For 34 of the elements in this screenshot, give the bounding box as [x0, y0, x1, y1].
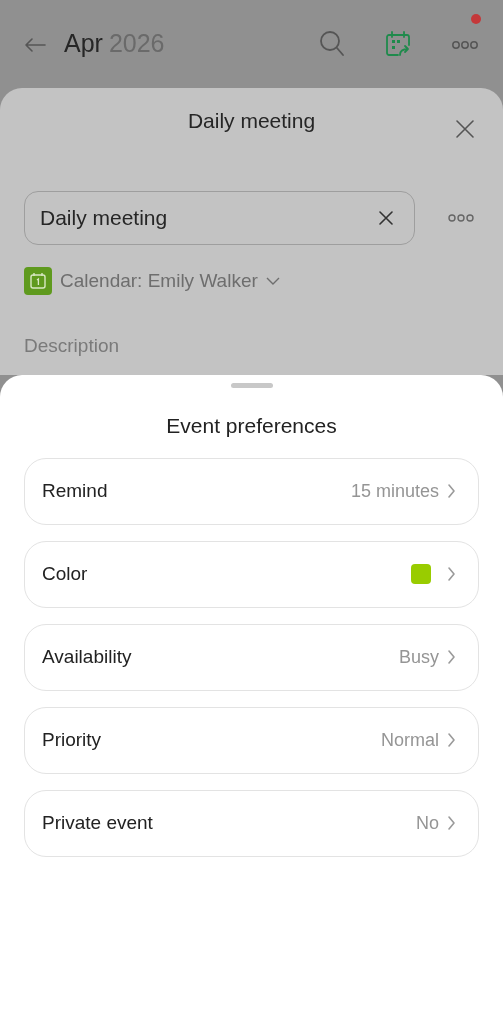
row-label: Priority [42, 727, 102, 752]
calendar-arrow-icon[interactable] [385, 31, 411, 57]
back-icon [24, 36, 46, 53]
preference-row[interactable]: Private event No [24, 789, 479, 857]
chevron-icon [447, 566, 456, 582]
row-label: Color [42, 561, 88, 586]
chevron-icon [447, 815, 456, 831]
more-icon[interactable] [451, 39, 479, 50]
chevron-icon [447, 483, 456, 499]
caret-icon [265, 277, 280, 286]
row-value: Normal [381, 728, 439, 752]
row-value: Busy [398, 645, 439, 669]
description-label: Description [24, 333, 121, 358]
row-label: Availability [42, 644, 132, 669]
row-label: Remind [42, 478, 108, 503]
chevron-icon [447, 649, 456, 665]
sheet-title: Daily meeting [187, 108, 316, 135]
row-value: 15 minutes [350, 479, 439, 503]
clear-icon[interactable] [379, 211, 393, 225]
calendar-icon [24, 267, 52, 296]
more-icon[interactable] [447, 213, 475, 223]
month-label: Apr [64, 28, 103, 60]
row-label: Private event [42, 810, 153, 835]
preference-row[interactable]: Color [24, 540, 479, 608]
preference-row[interactable]: Availability Busy [24, 623, 479, 691]
preference-row[interactable]: Remind 15 minutes [24, 457, 479, 525]
search-icon[interactable] [319, 30, 345, 58]
close-icon [455, 119, 475, 140]
chevron-icon [447, 732, 456, 748]
sheet-title: Event preferences [165, 413, 338, 439]
title-field[interactable]: Daily meeting [24, 191, 415, 245]
row-value: No [416, 811, 439, 835]
drag-handle[interactable] [230, 383, 273, 388]
preference-row[interactable]: Priority Normal [24, 706, 479, 774]
